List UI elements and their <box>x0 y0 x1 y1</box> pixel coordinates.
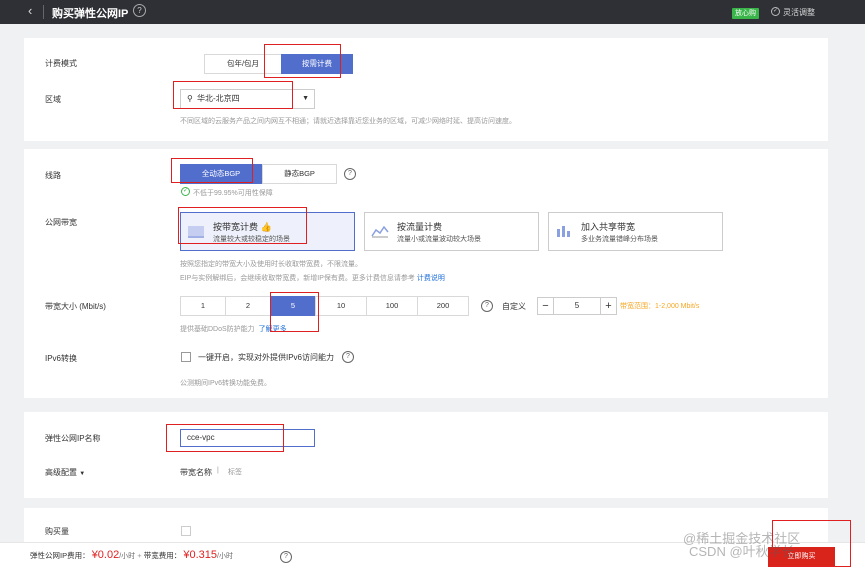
bandwidth-stepper[interactable]: − 5 + <box>537 297 617 315</box>
price-summary: 弹性公网IP费用： ¥0.02/小时 + 带宽费用： ¥0.315/小时 <box>30 549 233 561</box>
traffic-option-desc: 流量小或流量波动较大场景 <box>397 236 481 243</box>
tab-divider: | <box>217 467 219 474</box>
line-sla-hint: 不低于99.95%可用性保障 <box>193 190 273 197</box>
bandwidth-range-hint: 带宽范围：1-2,000 Mbit/s <box>620 303 700 310</box>
annotation-box <box>772 520 851 567</box>
top-bar: ‹ 购买弹性公网IP ? 放心购 ✓ 灵活调整 <box>0 0 865 24</box>
region-hint: 不同区域的云服务产品之间内网互不相通；请就近选择靠近您业务的区域，可减少网络时延… <box>180 118 516 125</box>
bandwidth-option-shared[interactable]: 加入共享带宽 多业务流量错峰分布场景 <box>548 212 723 251</box>
custom-size-label: 自定义 <box>502 302 526 311</box>
bandwidth-label: 公网带宽 <box>45 218 77 227</box>
caret-down-icon: ▼ <box>79 471 86 477</box>
size-option-2[interactable]: 2 <box>225 296 271 316</box>
eip-name-card: 弹性公网IP名称 cce-vpc 高级配置 ▼ 带宽名称 | 标签 <box>24 412 828 498</box>
question-icon[interactable]: ? <box>481 300 493 312</box>
line-label: 线路 <box>45 171 61 180</box>
size-option-10[interactable]: 10 <box>315 296 367 316</box>
network-card: 线路 全动态BGP 静态BGP ? ✓ 不低于99.95%可用性保障 公网带宽 … <box>24 149 828 398</box>
check-icon: ✓ <box>771 7 780 16</box>
bandwidth-option-by-traffic[interactable]: 按流量计费 流量小或流量波动较大场景 <box>364 212 539 251</box>
minus-icon[interactable]: − <box>538 298 554 314</box>
annotation-box <box>173 81 293 109</box>
flex-adjust-text: 灵活调整 <box>783 8 815 17</box>
ipv6-checkbox-label: 一键开启，实现对外提供IPv6访问能力 <box>198 353 335 362</box>
size-option-1[interactable]: 1 <box>180 296 226 316</box>
ipv6-hint: 公测期间IPv6转换功能免费。 <box>180 380 272 387</box>
eip-name-label: 弹性公网IP名称 <box>45 434 101 443</box>
size-option-100[interactable]: 100 <box>366 296 418 316</box>
bandwidth-fee: ¥0.315 <box>183 549 217 561</box>
annotation-box <box>264 44 341 78</box>
traffic-chart-icon <box>371 225 389 238</box>
help-icon[interactable]: ? <box>133 4 146 17</box>
billing-mode-label: 计费模式 <box>45 59 77 68</box>
plus-icon[interactable]: + <box>600 298 616 314</box>
quantity-label: 购买量 <box>45 527 69 536</box>
shared-option-desc: 多业务流量错峰分布场景 <box>581 236 658 243</box>
header-divider <box>43 5 44 19</box>
ipv6-checkbox[interactable] <box>181 352 191 362</box>
question-icon[interactable]: ? <box>280 551 292 563</box>
check-circle-icon: ✓ <box>181 187 190 196</box>
advanced-config-toggle[interactable]: 高级配置 ▼ <box>45 467 85 478</box>
question-icon[interactable]: ? <box>342 351 354 363</box>
tag-tab[interactable]: 标签 <box>228 467 242 477</box>
size-option-200[interactable]: 200 <box>417 296 469 316</box>
shared-bandwidth-icon <box>557 226 570 237</box>
chevron-down-icon: ▼ <box>302 95 309 102</box>
quantity-checkbox[interactable] <box>181 526 191 536</box>
traffic-option-title: 按流量计费 <box>397 222 443 232</box>
back-icon[interactable]: ‹ <box>28 3 32 18</box>
line-option-static-bgp[interactable]: 静态BGP <box>262 164 337 184</box>
ipv6-label: IPv6转换 <box>45 354 78 363</box>
annotation-box <box>166 424 284 452</box>
shared-option-title: 加入共享带宽 <box>581 222 636 232</box>
eip-fee: ¥0.02 <box>91 549 120 561</box>
bandwidth-hint-2: EIP与实例解绑后，会继续收取带宽费，新增IP保有费。更多计费信息请参考 计费说… <box>180 275 445 282</box>
region-label: 区域 <box>45 95 61 104</box>
bandwidth-value[interactable]: 5 <box>554 298 600 314</box>
bandwidth-name-tab[interactable]: 带宽名称 <box>180 467 212 478</box>
bandwidth-hint-1: 按照您指定的带宽大小及使用时长收取带宽费，不限流量。 <box>180 261 362 268</box>
question-icon[interactable]: ? <box>344 168 356 180</box>
page-title: 购买弹性公网IP <box>52 8 129 20</box>
annotation-box <box>171 158 253 183</box>
bandwidth-size-label: 带宽大小 (Mbit/s) <box>45 302 106 311</box>
assurance-badge: 放心购 <box>732 8 759 19</box>
annotation-box <box>270 292 319 332</box>
billing-info-link[interactable]: 计费说明 <box>417 275 445 282</box>
billing-region-card: 计费模式 包年/包月 按需计费 区域 ⚲ 华北-北京四 ▼ 不同区域的云服务产品… <box>24 38 828 141</box>
annotation-box <box>178 207 307 244</box>
